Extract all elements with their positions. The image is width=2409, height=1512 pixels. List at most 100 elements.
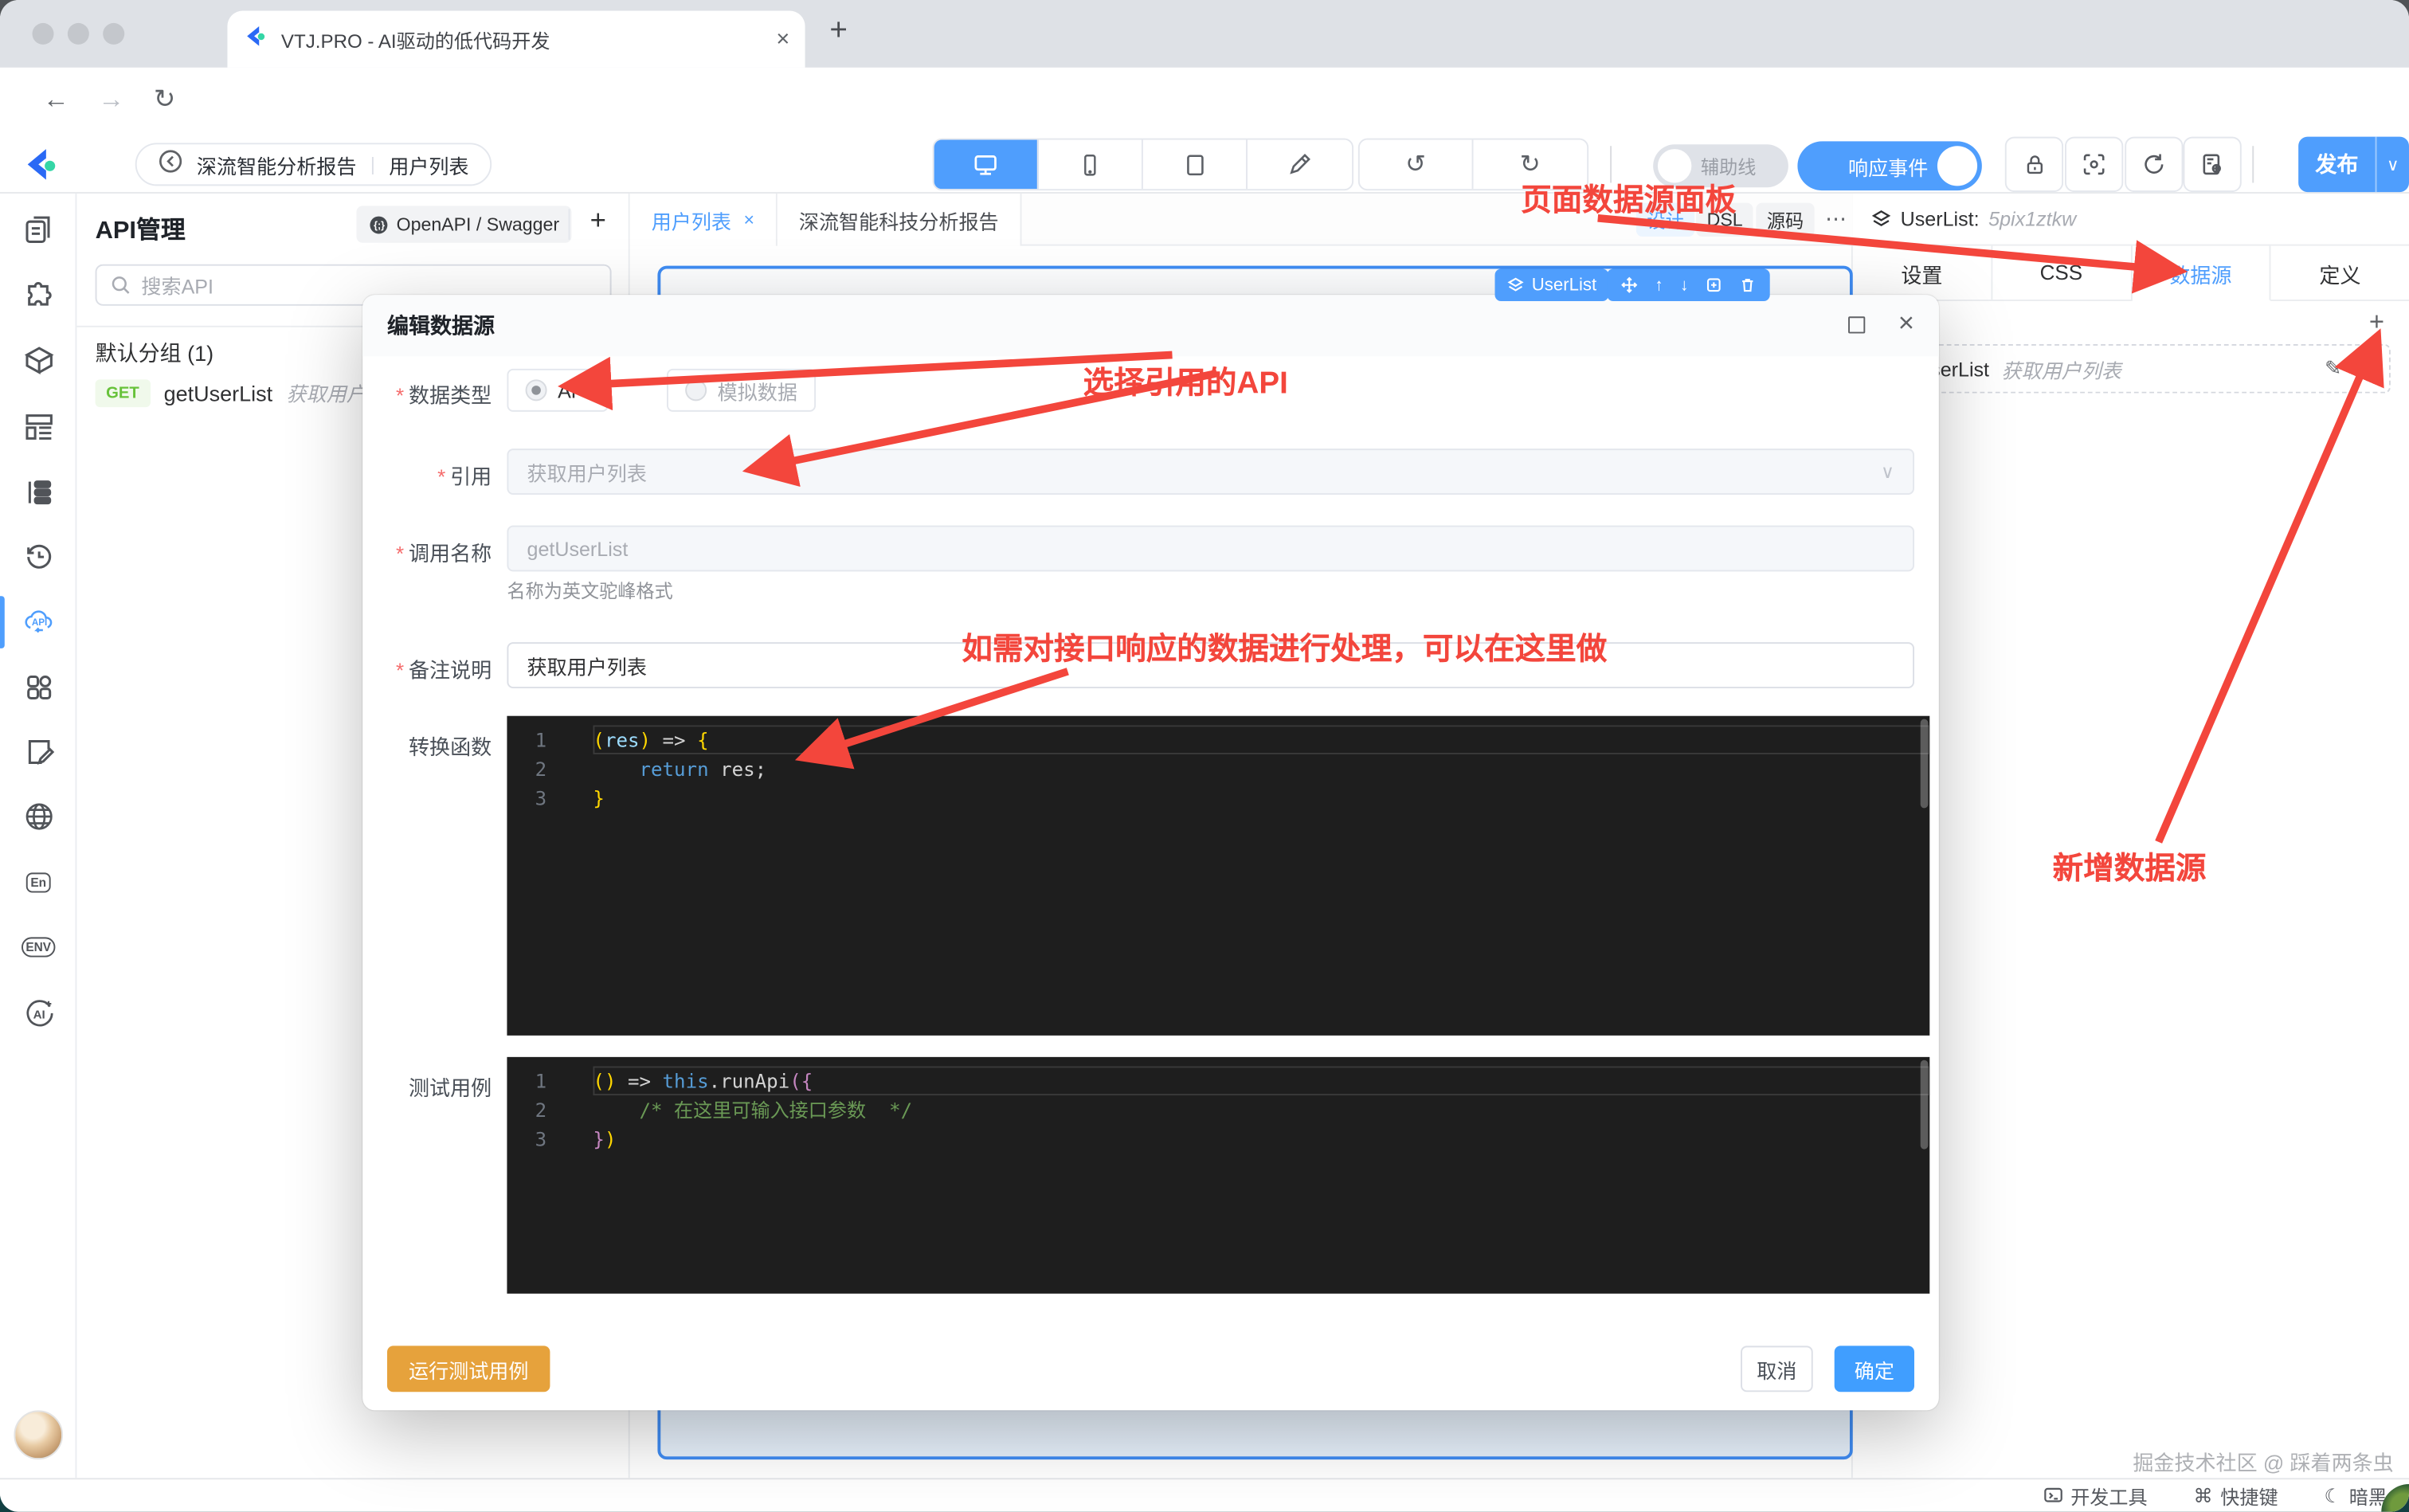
name-input[interactable]: getUserList xyxy=(507,526,1914,572)
rail-i18n-icon[interactable]: En xyxy=(20,864,57,900)
tab-settings[interactable]: 设置 xyxy=(1853,246,1992,301)
back-circle-icon[interactable] xyxy=(159,148,183,180)
publish-chevron-icon[interactable]: ∨ xyxy=(2376,137,2409,192)
transform-code-editor[interactable]: 123 (res) => { return res;} xyxy=(507,716,1929,1036)
openapi-import-button[interactable]: {;} OpenAPI / Swagger xyxy=(356,206,571,242)
browser-toolbar: ← → ↻ app.vtj.pro/dev/web/#/app/samchen0… xyxy=(0,68,2409,135)
maximize-icon[interactable] xyxy=(1848,316,1865,333)
code-content[interactable]: () => this.runApi({ /* 在这里可输入接口参数 */}) xyxy=(574,1057,1929,1294)
tab-close-icon[interactable]: × xyxy=(743,209,754,230)
undo-button[interactable]: ↺ xyxy=(1360,139,1474,189)
rail-ai-icon[interactable]: AI xyxy=(20,994,57,1031)
edit-pencil-button[interactable] xyxy=(1248,139,1352,189)
page-settings-button[interactable] xyxy=(2183,137,2241,192)
delete-icon[interactable] xyxy=(1739,276,1756,293)
selection-label[interactable]: UserList xyxy=(1532,276,1596,294)
test-code-editor[interactable]: 123 () => this.runApi({ /* 在这里可输入接口参数 */… xyxy=(507,1057,1929,1294)
rail-history-icon[interactable] xyxy=(20,538,57,574)
rail-env-icon[interactable]: ENV xyxy=(20,928,57,965)
move-up-icon[interactable]: ↑ xyxy=(1655,276,1663,294)
devtools-label[interactable]: 开发工具 xyxy=(2070,1481,2147,1510)
scrollbar-thumb[interactable] xyxy=(1921,719,1929,809)
add-datasource-button[interactable]: + xyxy=(2369,307,2384,339)
back-icon[interactable]: ← xyxy=(43,84,69,116)
device-desktop-button[interactable] xyxy=(934,139,1039,189)
ok-button[interactable]: 确定 xyxy=(1835,1346,1914,1392)
device-tablet-button[interactable] xyxy=(1143,139,1248,189)
edit-pencil-icon[interactable]: ✎ xyxy=(2325,356,2341,381)
forward-icon[interactable]: → xyxy=(98,84,124,116)
page-tab[interactable]: 深流智能科技分析报告 xyxy=(778,194,1022,246)
mode-source-button[interactable]: 源码 xyxy=(1756,203,1814,237)
window-zoom-button[interactable] xyxy=(103,23,124,45)
tab-close-icon[interactable]: × xyxy=(776,26,789,53)
side-rail: API En ENV AI xyxy=(0,194,76,1478)
reload-icon[interactable]: ↻ xyxy=(154,84,175,116)
publish-button[interactable]: 发布 ∨ xyxy=(2298,137,2409,192)
ref-select[interactable]: 获取用户列表 ∨ xyxy=(507,449,1914,495)
browser-tab[interactable]: VTJ.PRO - AI驱动的低代码开发 × xyxy=(227,10,805,67)
radio-api-label[interactable]: API xyxy=(558,378,590,402)
shortcut-item[interactable]: ⌘ 快捷键 xyxy=(2194,1481,2278,1510)
rail-form-icon[interactable] xyxy=(20,733,57,770)
shortcut-label[interactable]: 快捷键 xyxy=(2220,1481,2278,1510)
window-close-button[interactable] xyxy=(32,23,53,45)
run-test-button[interactable]: 运行测试用例 xyxy=(387,1346,550,1392)
rail-api-icon[interactable]: API xyxy=(20,602,57,639)
radio-mock-label[interactable]: 模拟数据 xyxy=(718,376,797,405)
rail-components-icon[interactable] xyxy=(20,276,57,313)
breadcrumb[interactable]: 深流智能分析报告 | 用户列表 xyxy=(135,143,492,186)
page-tab-active[interactable]: 用户列表 × xyxy=(630,194,778,246)
radio-api[interactable]: API xyxy=(507,369,608,412)
delete-trash-icon[interactable] xyxy=(2354,358,2374,378)
api-name[interactable]: getUserList xyxy=(164,380,273,405)
move-icon[interactable] xyxy=(1621,276,1638,293)
cancel-button[interactable]: 取消 xyxy=(1741,1346,1813,1392)
rail-apps-icon[interactable] xyxy=(20,668,57,705)
scrollbar-thumb[interactable] xyxy=(1921,1060,1929,1150)
add-api-button[interactable]: + xyxy=(590,204,606,236)
move-down-icon[interactable]: ↓ xyxy=(1680,276,1689,294)
radio-unselected-icon xyxy=(685,379,707,401)
page-tab-label[interactable]: 深流智能科技分析报告 xyxy=(799,205,999,234)
annotation-add: 新增数据源 xyxy=(2053,844,2207,888)
window-minimize-button[interactable] xyxy=(68,23,89,45)
api-group-label[interactable]: 默认分组 (1) xyxy=(96,338,213,369)
breadcrumb-project[interactable]: 深流智能分析报告 xyxy=(197,150,357,179)
user-avatar[interactable] xyxy=(14,1410,63,1459)
device-switcher xyxy=(933,139,1353,191)
refresh-button[interactable] xyxy=(2125,137,2183,192)
breadcrumb-page[interactable]: 用户列表 xyxy=(389,150,468,179)
code-content[interactable]: (res) => { return res;} xyxy=(574,716,1929,1036)
tab-definition[interactable]: 定义 xyxy=(2271,246,2409,301)
device-phone-button[interactable] xyxy=(1039,139,1143,189)
rail-pages-icon[interactable] xyxy=(20,210,57,247)
rail-outline-icon[interactable] xyxy=(20,473,57,510)
dialog-header: 编辑数据源 × xyxy=(362,295,1939,356)
rail-layout-icon[interactable] xyxy=(20,407,57,444)
close-icon[interactable]: × xyxy=(1898,307,1914,339)
duplicate-icon[interactable] xyxy=(1706,276,1722,293)
ref-select-value: 获取用户列表 xyxy=(527,457,646,487)
tab-css[interactable]: CSS xyxy=(1992,246,2132,301)
rail-blocks-icon[interactable] xyxy=(20,341,57,378)
method-badge: GET xyxy=(96,378,151,406)
more-modes-icon[interactable]: ⋯ xyxy=(1825,206,1847,232)
new-tab-button[interactable]: + xyxy=(829,14,848,49)
selection-label-badge[interactable]: UserList xyxy=(1494,268,1608,300)
publish-label[interactable]: 发布 xyxy=(2298,137,2375,192)
search-icon xyxy=(111,275,131,295)
tab-datasource[interactable]: 数据源 xyxy=(2132,246,2271,301)
rail-globe-icon[interactable] xyxy=(20,797,57,834)
response-events-toggle[interactable]: 响应事件 xyxy=(1797,141,1981,190)
breadcrumb-separator: | xyxy=(370,154,375,175)
dark-mode-item[interactable]: ☾ 暗黑 xyxy=(2324,1481,2387,1510)
openapi-import-label[interactable]: OpenAPI / Swagger xyxy=(397,213,560,235)
radio-mock[interactable]: 模拟数据 xyxy=(667,369,816,412)
vtj-logo xyxy=(22,146,61,190)
page-tab-label[interactable]: 用户列表 xyxy=(652,205,731,234)
preview-button[interactable] xyxy=(2065,137,2123,192)
devtools-item[interactable]: 开发工具 xyxy=(2043,1481,2147,1510)
lock-button[interactable] xyxy=(2005,137,2063,192)
datasource-row[interactable]: getUserList 获取用户列表 ✎ xyxy=(1871,344,2391,394)
